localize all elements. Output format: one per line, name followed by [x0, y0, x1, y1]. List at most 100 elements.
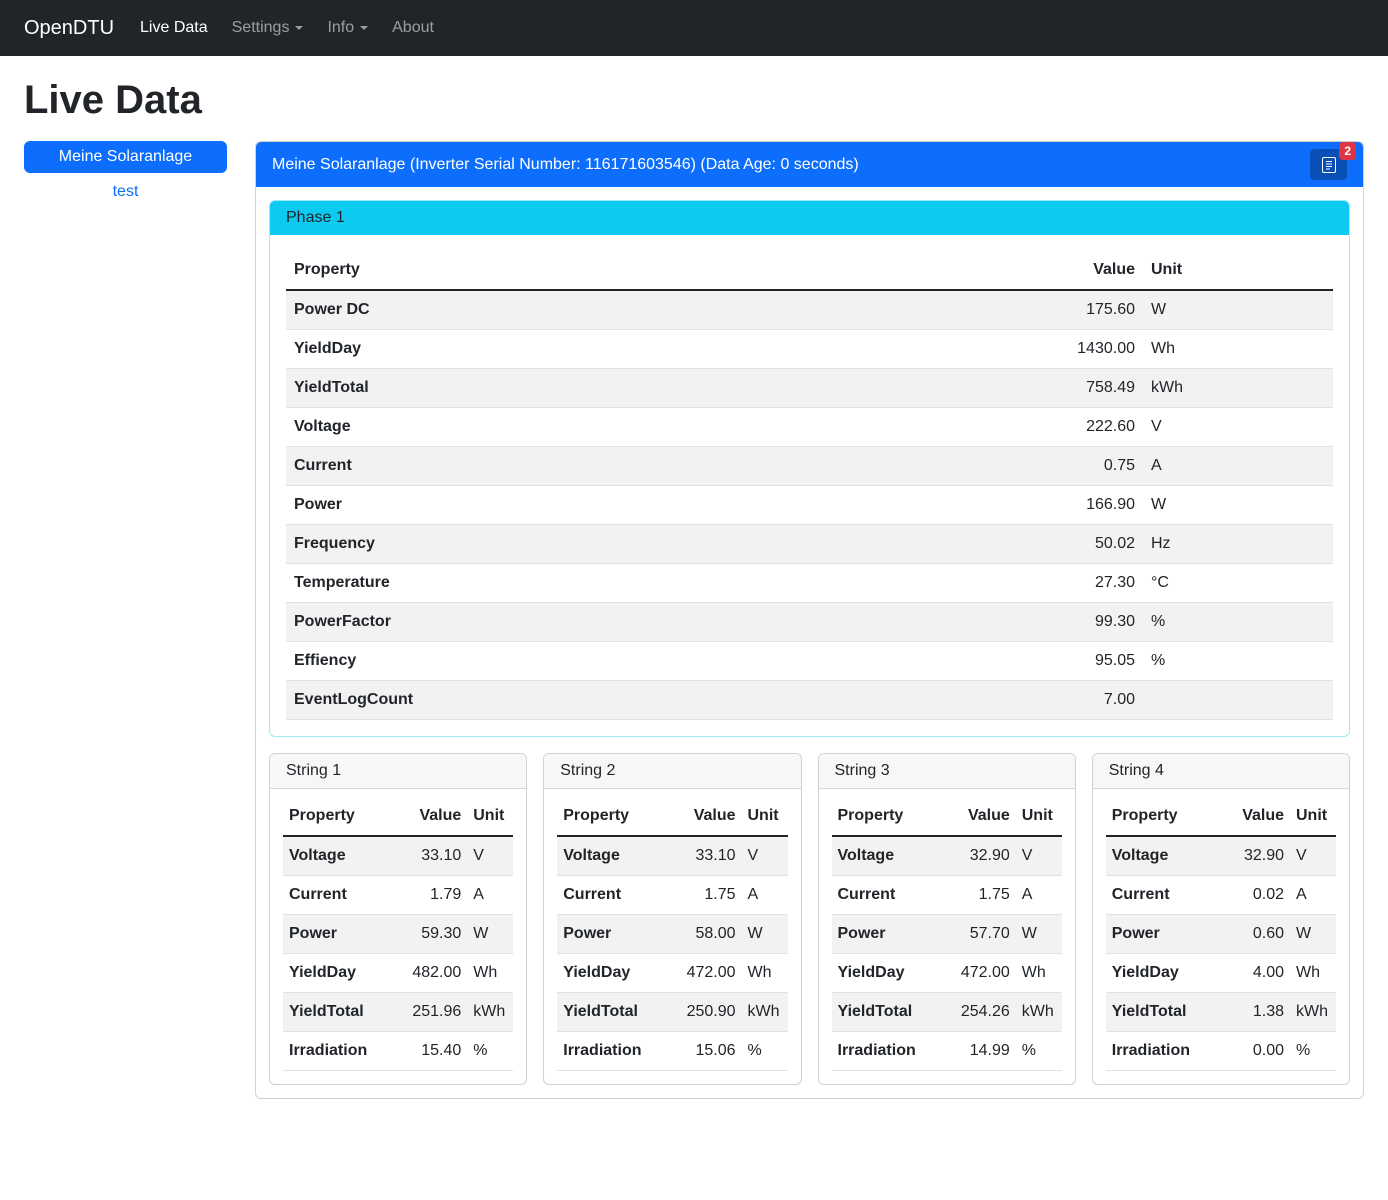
column-header: Property [283, 797, 397, 836]
navbar: OpenDTU Live Data Settings Info About [0, 0, 1388, 56]
chevron-down-icon [360, 26, 368, 30]
table-row: Current0.02A [1106, 876, 1336, 915]
unit-cell: V [742, 836, 788, 876]
inverter-panel: Meine Solaranlage (Inverter Serial Numbe… [255, 141, 1364, 1099]
unit-cell: V [1290, 836, 1336, 876]
unit-cell: A [1290, 876, 1336, 915]
unit-cell: % [742, 1032, 788, 1071]
table-row: Irradiation14.99% [832, 1032, 1062, 1071]
property-cell: Temperature [286, 564, 1003, 603]
property-cell: Power [286, 486, 1003, 525]
value-cell: 0.60 [1220, 915, 1290, 954]
unit-cell: Wh [1143, 330, 1333, 369]
value-cell: 0.00 [1220, 1032, 1290, 1071]
table-row: Irradiation0.00% [1106, 1032, 1336, 1071]
value-cell: 0.02 [1220, 876, 1290, 915]
string-card: String 2PropertyValueUnitVoltage33.10VCu… [543, 753, 801, 1085]
table-row: Irradiation15.40% [283, 1032, 513, 1071]
value-cell: 482.00 [397, 954, 467, 993]
string-card: String 1PropertyValueUnitVoltage33.10VCu… [269, 753, 527, 1085]
string-card-body: PropertyValueUnitVoltage33.10VCurrent1.7… [270, 789, 526, 1084]
unit-cell: A [1143, 447, 1333, 486]
data-table: PropertyValueUnitVoltage33.10VCurrent1.7… [283, 797, 513, 1071]
unit-cell: V [467, 836, 513, 876]
inverter-select-test[interactable]: test [24, 177, 227, 207]
brand-logo[interactable]: OpenDTU [24, 17, 114, 40]
inverter-select-meine-solaranlage[interactable]: Meine Solaranlage [24, 141, 227, 173]
unit-cell: % [1143, 642, 1333, 681]
unit-cell: W [742, 915, 788, 954]
property-cell: Current [1106, 876, 1220, 915]
nav-item-live-data[interactable]: Live Data [132, 11, 216, 45]
table-row: Power58.00W [557, 915, 787, 954]
column-header: Unit [742, 797, 788, 836]
property-cell: Voltage [286, 408, 1003, 447]
property-cell: Power [832, 915, 946, 954]
eventlog-count-badge: 2 [1339, 142, 1356, 160]
property-cell: Voltage [557, 836, 671, 876]
table-row: Power166.90W [286, 486, 1333, 525]
unit-cell: kWh [1016, 993, 1062, 1032]
value-cell: 33.10 [397, 836, 467, 876]
value-cell: 27.30 [1003, 564, 1143, 603]
unit-cell: % [1016, 1032, 1062, 1071]
column-header: Unit [467, 797, 513, 836]
table-row: Current0.75A [286, 447, 1333, 486]
layout: Meine Solaranlage test Meine Solaranlage… [24, 141, 1364, 1099]
nav-item-about[interactable]: About [384, 11, 442, 45]
value-cell: 1.75 [946, 876, 1016, 915]
property-cell: Voltage [832, 836, 946, 876]
value-cell: 222.60 [1003, 408, 1143, 447]
value-cell: 251.96 [397, 993, 467, 1032]
column-header: Unit [1290, 797, 1336, 836]
value-cell: 32.90 [1220, 836, 1290, 876]
table-row: Power59.30W [283, 915, 513, 954]
unit-cell: W [467, 915, 513, 954]
string-card-body: PropertyValueUnitVoltage32.90VCurrent0.0… [1093, 789, 1349, 1084]
unit-cell: kWh [1290, 993, 1336, 1032]
table-header-row: PropertyValueUnit [557, 797, 787, 836]
value-cell: 1.75 [672, 876, 742, 915]
value-cell: 14.99 [946, 1032, 1016, 1071]
table-row: Voltage32.90V [1106, 836, 1336, 876]
property-cell: YieldTotal [1106, 993, 1220, 1032]
string-card-body: PropertyValueUnitVoltage32.90VCurrent1.7… [819, 789, 1075, 1084]
table-row: Current1.79A [283, 876, 513, 915]
unit-cell: W [1143, 290, 1333, 330]
unit-cell: Wh [742, 954, 788, 993]
data-table: PropertyValueUnitPower DC175.60WYieldDay… [286, 251, 1333, 720]
table-row: Power57.70W [832, 915, 1062, 954]
table-row: Power DC175.60W [286, 290, 1333, 330]
property-cell: YieldDay [286, 330, 1003, 369]
property-cell: Power [1106, 915, 1220, 954]
table-row: YieldDay482.00Wh [283, 954, 513, 993]
value-cell: 33.10 [672, 836, 742, 876]
table-row: Effiency95.05% [286, 642, 1333, 681]
property-cell: Current [286, 447, 1003, 486]
data-table: PropertyValueUnitVoltage33.10VCurrent1.7… [557, 797, 787, 1071]
string-card-header: String 2 [544, 754, 800, 789]
nav-item-label: Settings [232, 19, 290, 37]
inverter-sidebar: Meine Solaranlage test [24, 141, 227, 207]
property-cell: Effiency [286, 642, 1003, 681]
eventlog-button[interactable]: 2 [1310, 149, 1347, 180]
unit-cell: A [1016, 876, 1062, 915]
column-header: Value [672, 797, 742, 836]
value-cell: 15.06 [672, 1032, 742, 1071]
property-cell: Irradiation [832, 1032, 946, 1071]
unit-cell: % [467, 1032, 513, 1071]
column-header: Unit [1016, 797, 1062, 836]
unit-cell: % [1143, 603, 1333, 642]
unit-cell: kWh [1143, 369, 1333, 408]
nav-item-settings[interactable]: Settings [224, 11, 312, 45]
nav-item-info[interactable]: Info [319, 11, 376, 45]
table-header-row: PropertyValueUnit [286, 251, 1333, 290]
table-row: Power0.60W [1106, 915, 1336, 954]
value-cell: 254.26 [946, 993, 1016, 1032]
property-cell: YieldDay [1106, 954, 1220, 993]
value-cell: 99.30 [1003, 603, 1143, 642]
property-cell: Power [283, 915, 397, 954]
property-cell: Current [283, 876, 397, 915]
phase-table-container: PropertyValueUnitPower DC175.60WYieldDay… [270, 235, 1349, 736]
string-card: String 3PropertyValueUnitVoltage32.90VCu… [818, 753, 1076, 1085]
